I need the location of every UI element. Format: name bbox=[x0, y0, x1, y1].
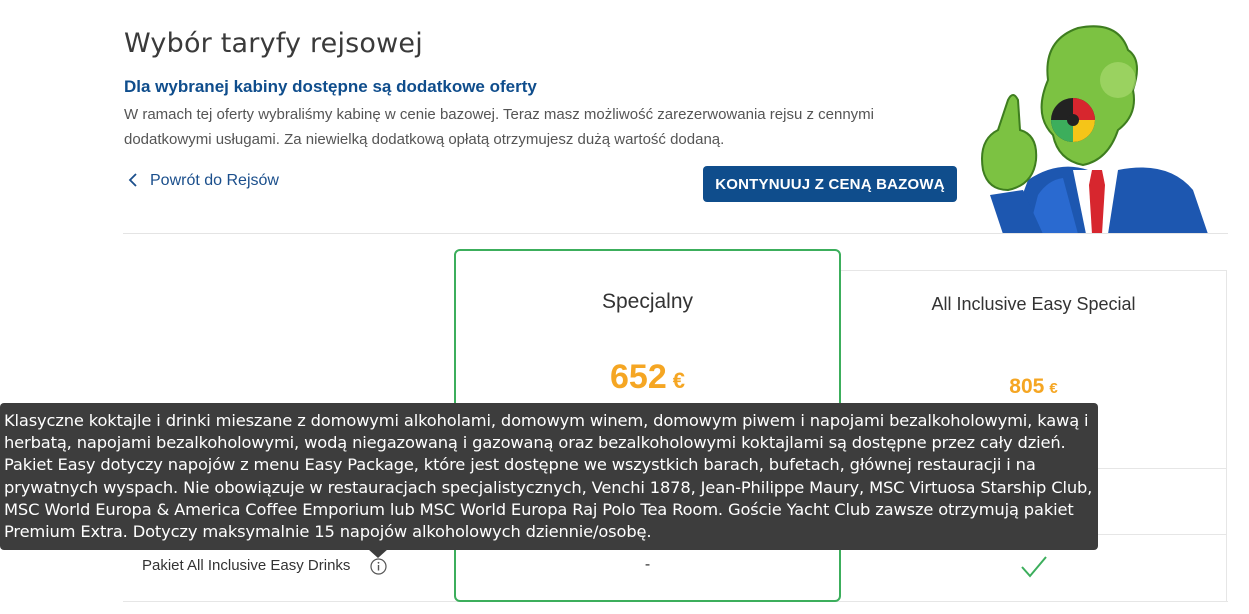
page-title: Wybór taryfy rejsowej bbox=[124, 28, 423, 59]
plan-price-special: 652 € bbox=[456, 358, 839, 397]
price-value: 805 bbox=[1009, 375, 1045, 398]
plan-name-special: Specjalny bbox=[601, 290, 694, 313]
tooltip-arrow bbox=[368, 549, 388, 558]
feature-label: Pakiet All Inclusive Easy Drinks bbox=[142, 557, 351, 574]
feature-tooltip: Klasyczne koktajle i drinki mieszane z d… bbox=[0, 403, 1098, 550]
back-to-cruises-link[interactable]: Powrót do Rejsów bbox=[128, 172, 279, 190]
continue-base-price-button[interactable]: KONTYNUUJ Z CENĄ BAZOWĄ bbox=[703, 166, 957, 202]
back-link-label: Powrót do Rejsów bbox=[150, 172, 279, 189]
header-divider bbox=[123, 233, 1228, 234]
plan-price-all-inclusive: 805 € bbox=[840, 375, 1227, 399]
price-value: 652 bbox=[610, 358, 667, 396]
feature-value-special: - bbox=[644, 556, 651, 573]
chevron-left-icon bbox=[128, 172, 138, 190]
currency-symbol: € bbox=[1049, 380, 1058, 397]
check-icon bbox=[1021, 556, 1047, 578]
plan-name-all-inclusive: All Inclusive Easy Special bbox=[931, 294, 1136, 314]
offer-subtitle: Dla wybranej kabiny dostępne są dodatkow… bbox=[124, 77, 537, 96]
offer-description: W ramach tej oferty wybraliśmy kabinę w … bbox=[124, 106, 874, 148]
info-icon[interactable] bbox=[370, 558, 387, 575]
currency-symbol: € bbox=[672, 368, 685, 393]
mascot-illustration bbox=[981, 25, 1208, 234]
